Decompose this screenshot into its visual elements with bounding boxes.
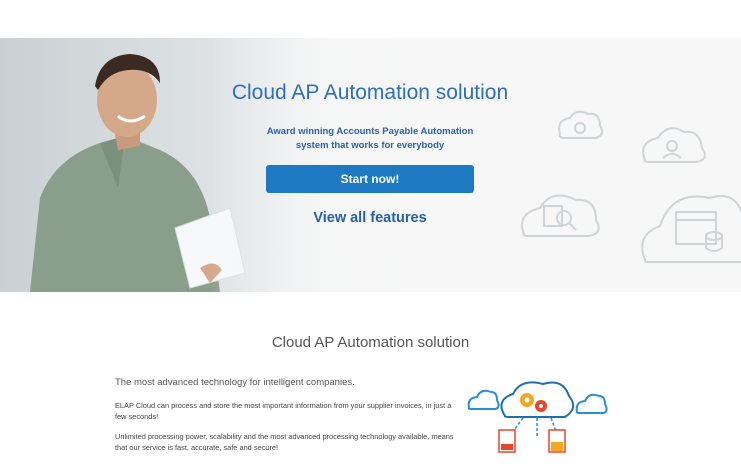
section-paragraph-2: Unlimited processing power, scalability … — [115, 432, 454, 452]
gear-cloud-icon — [558, 110, 604, 139]
cloud-icons-cluster — [521, 110, 741, 263]
right-small-cloud-icon — [575, 393, 608, 414]
view-all-features-link[interactable]: View all features — [270, 210, 470, 226]
database-cloud-icon — [641, 195, 741, 263]
section-lead: The most advanced technology for intelli… — [115, 377, 355, 388]
gears-icon — [520, 393, 547, 412]
search-document-cloud-icon — [521, 194, 600, 237]
pdf-document-icon — [498, 429, 516, 453]
email-document-icon — [548, 429, 566, 453]
hero-title: Cloud AP Automation solution — [231, 81, 509, 104]
left-small-cloud-icon — [467, 389, 500, 410]
hero-subtitle-line-2: system that works for everybody — [295, 140, 445, 151]
section-paragraph-1: ELAP Cloud can process and store the mos… — [115, 401, 452, 421]
start-now-button[interactable]: Start now! — [266, 165, 474, 193]
users-cloud-icon — [642, 127, 706, 163]
hero-banner: Cloud AP Automation solution Award winni… — [0, 38, 741, 292]
hero-subtitle: Award winning Accounts Payable Automatio… — [240, 125, 500, 153]
hero-subtitle-line-1: Award winning Accounts Payable Automatio… — [266, 126, 474, 137]
cloud-processing-diagram — [467, 381, 608, 453]
section-title: Cloud AP Automation solution — [271, 334, 470, 351]
main-cloud-icon — [500, 381, 575, 418]
